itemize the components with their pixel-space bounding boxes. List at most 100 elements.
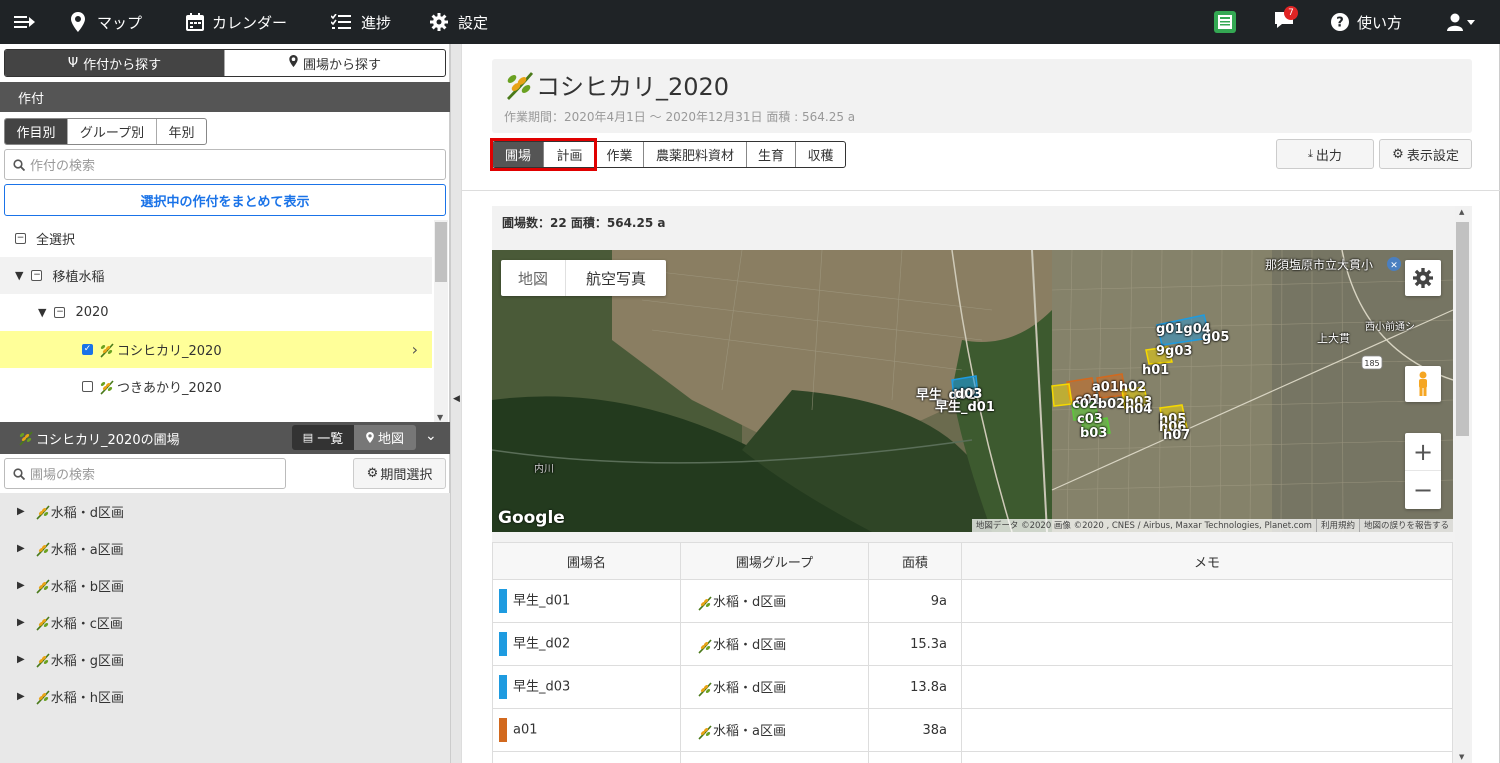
map-type-roadmap-button[interactable]: 地図 (501, 260, 566, 296)
map-terms-link[interactable]: 利用規約 (1315, 519, 1359, 532)
field-group-row[interactable]: ▶ 水稲・c区画 (0, 604, 450, 641)
map-field-label[interactable]: h01 (1142, 363, 1169, 378)
map-settings-button[interactable] (1405, 260, 1441, 296)
map-area-label: 上大貫 (1317, 332, 1350, 345)
select-all-checkbox[interactable]: − (15, 233, 26, 244)
col-header-field-group[interactable]: 圃場グループ (680, 542, 869, 580)
scroll-up-arrow-icon[interactable]: ▲ (1459, 208, 1464, 216)
map-type-satellite-button[interactable]: 航空写真 (566, 260, 666, 296)
field-group-row[interactable]: ▶ 水稲・g区画 (0, 641, 450, 678)
col-header-field-name[interactable]: 圃場名 (492, 542, 681, 580)
field-group-label: 水稲・c区画 (50, 617, 123, 632)
map-field-label[interactable]: b03 (1080, 426, 1107, 441)
table-row[interactable]: 早生_d02 水稲・d区画 15.3a (492, 622, 1453, 666)
map-field-label[interactable]: g05 (1202, 330, 1229, 345)
display-settings-label: 表示設定 (1406, 148, 1459, 164)
crop-header-card: コシヒカリ_2020 作業期間：2020年4月1日 〜 2020年12月31日 … (492, 59, 1472, 133)
scroll-down-arrow-icon[interactable]: ▼ (1459, 753, 1464, 761)
menu-toggle-icon[interactable] (14, 0, 36, 44)
period-select-button[interactable]: ⚙ 期間選択 (353, 458, 446, 489)
caret-down-icon[interactable]: ▼ (38, 306, 46, 319)
tree-crop-item[interactable]: つきあかり_2020 (0, 368, 432, 405)
tab-by-crop-type[interactable]: 作目別 (5, 119, 68, 144)
search-icon (13, 467, 25, 480)
chevron-right-icon[interactable]: › (412, 340, 418, 359)
caret-right-icon[interactable]: ▶ (17, 691, 25, 702)
field-search-input[interactable]: 圃場の検索 (4, 458, 286, 489)
select-all-row[interactable]: − 全選択 (0, 220, 432, 257)
tab-growth[interactable]: 生育 (747, 142, 796, 167)
show-selected-crops-button[interactable]: 選択中の作付をまとめて表示 (4, 184, 446, 216)
scroll-down-arrow-icon[interactable]: ▼ (437, 413, 443, 422)
col-header-area[interactable]: 面積 (868, 542, 962, 580)
caret-down-icon[interactable]: ▼ (15, 269, 23, 282)
map-field-label[interactable]: 9g03 (1156, 344, 1192, 359)
display-settings-button[interactable]: ⚙ 表示設定 (1379, 139, 1472, 169)
tab-by-year[interactable]: 年別 (157, 119, 206, 144)
field-group-row[interactable]: ▶ 水稲・b区画 (0, 567, 450, 604)
field-name-cell[interactable]: a01 (513, 723, 538, 738)
field-name-cell[interactable]: 早生_d02 (513, 637, 570, 652)
year-checkbox[interactable]: − (54, 307, 66, 318)
zoom-out-button[interactable]: − (1405, 471, 1441, 509)
nav-map[interactable]: マップ (71, 0, 142, 44)
tab-materials[interactable]: 農薬肥料資材 (644, 142, 747, 167)
main-scrollbar-thumb[interactable] (1456, 222, 1469, 436)
map-field-label[interactable]: c03 (1077, 412, 1103, 427)
notifications-button[interactable]: 7 (1274, 0, 1298, 44)
user-menu-button[interactable] (1447, 0, 1477, 44)
notification-count-badge: 7 (1284, 6, 1298, 20)
help-link[interactable]: ? 使い方 (1331, 0, 1402, 44)
nav-settings[interactable]: 設定 (430, 0, 488, 44)
collapse-chevron-icon[interactable]: ⌄ (425, 428, 437, 444)
field-name-cell[interactable]: 早生_d01 (513, 594, 570, 609)
caret-right-icon[interactable]: ▶ (17, 543, 25, 554)
table-row[interactable] (492, 751, 1453, 763)
table-row[interactable]: 早生_d01 水稲・d区画 9a (492, 579, 1453, 623)
spreadsheet-app-icon[interactable] (1214, 0, 1236, 44)
map-report-link[interactable]: 地図の誤りを報告する (1358, 519, 1453, 532)
caret-right-icon[interactable]: ▶ (17, 654, 25, 665)
tree-scrollbar-thumb[interactable] (435, 222, 447, 282)
field-list-view-button[interactable]: ▤ 一覧 (292, 425, 354, 450)
field-name-cell[interactable]: 早生_d03 (513, 680, 570, 695)
crop-item-checkbox[interactable]: ✓ (82, 344, 93, 355)
header-divider (462, 190, 1500, 191)
caret-right-icon[interactable]: ▶ (17, 617, 25, 628)
crop-search-input[interactable]: 作付の検索 (4, 149, 446, 180)
col-header-memo[interactable]: メモ (961, 542, 1453, 580)
table-row[interactable]: 早生_d03 水稲・d区画 13.8a (492, 665, 1453, 709)
field-map[interactable]: 185 ✕ 地図 航空写真 + − 那須塩原市立大貫小 上大貫 西小前通シ 内川 (492, 250, 1453, 532)
tree-scrollbar[interactable]: ▼ (434, 220, 448, 423)
map-field-label[interactable]: c02b02 (1072, 397, 1125, 412)
map-field-label[interactable]: h07 (1163, 428, 1190, 443)
tab-search-by-crop[interactable]: Ψ 作付から探す (5, 50, 225, 76)
tab-harvest[interactable]: 収穫 (796, 142, 845, 167)
tree-category-row[interactable]: ▼ − 移植水稲 (0, 257, 432, 294)
field-group-row[interactable]: ▶ 水稲・h区画 (0, 678, 450, 715)
tab-by-group[interactable]: グループ別 (68, 119, 157, 144)
street-view-pegman-button[interactable] (1405, 366, 1441, 402)
category-checkbox[interactable]: − (31, 270, 43, 281)
main-scrollbar[interactable]: ▲ ▼ (1455, 206, 1470, 763)
export-button[interactable]: ⤓ 出力 (1276, 139, 1374, 169)
crop-item-label: つきあかり_2020 (117, 381, 222, 396)
collapse-left-arrow-icon[interactable]: ◀ (453, 394, 460, 404)
caret-right-icon[interactable]: ▶ (17, 580, 25, 591)
nav-progress[interactable]: 進捗 (331, 0, 391, 44)
nav-calendar[interactable]: カレンダー (186, 0, 287, 44)
field-group-row[interactable]: ▶ 水稲・d区画 (0, 493, 450, 530)
table-row[interactable]: a01 水稲・a区画 38a (492, 708, 1453, 752)
zoom-in-button[interactable]: + (1405, 433, 1441, 471)
tree-year-row[interactable]: ▼ − 2020 (0, 294, 432, 331)
map-field-label[interactable]: d03 (955, 387, 982, 402)
panel-splitter[interactable]: ◀ (450, 44, 462, 763)
tab-work[interactable]: 作業 (596, 142, 644, 167)
tree-crop-item[interactable]: ✓ コシヒカリ_2020 › (0, 331, 432, 368)
map-field-label[interactable]: h04 (1125, 402, 1152, 417)
caret-right-icon[interactable]: ▶ (17, 506, 25, 517)
field-map-view-button[interactable]: 地図 (354, 425, 416, 450)
tab-search-by-field[interactable]: 圃場から探す (225, 50, 445, 76)
field-group-row[interactable]: ▶ 水稲・a区画 (0, 530, 450, 567)
crop-item-checkbox[interactable] (82, 381, 93, 392)
